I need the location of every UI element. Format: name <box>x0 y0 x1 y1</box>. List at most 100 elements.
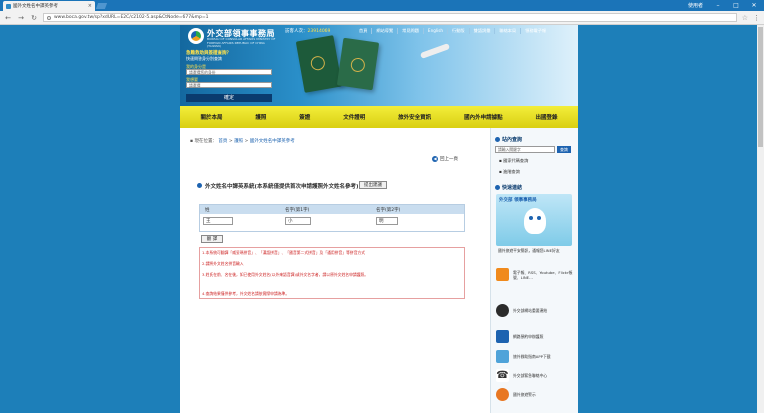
toplink-english[interactable]: English <box>424 28 449 34</box>
quick-query-subtitle: 快速問答身分別查詢 <box>186 56 222 61</box>
nav-about[interactable]: 關於本局 <box>200 113 222 121</box>
given1-input[interactable]: 小 <box>285 217 311 225</box>
visitor-count: 23914069 <box>307 29 331 34</box>
scrollbar-thumb[interactable] <box>758 27 763 147</box>
breadcrumb: ▪ 現在位置： 首頁 > 護照 > 國外文姓名中譯英參考 <box>190 139 295 144</box>
toplink-sitemap[interactable]: 網站導覽 <box>372 28 399 34</box>
toplink-mobile[interactable]: 行動版 <box>448 28 470 34</box>
main-nav: 關於本局 護照 簽證 文件證明 旅外安全資訊 國內外申請據點 出國登錄 <box>180 106 578 128</box>
suggest-button[interactable]: 提出建議 <box>359 181 387 189</box>
user-profile-label[interactable]: 使用者 <box>688 2 703 9</box>
nav-passport[interactable]: 護照 <box>255 113 266 121</box>
note-4: 4.查詢結果僅供參考，外文姓名請依實際申請為準。 <box>202 291 290 296</box>
reload-icon[interactable]: ↻ <box>30 14 38 22</box>
close-tab-icon[interactable]: × <box>88 3 92 9</box>
menu-icon[interactable]: ⋮ <box>753 14 760 22</box>
sidebar-item-label: 外交部網站重要連結 <box>513 308 548 313</box>
back-arrow-icon[interactable]: ← <box>4 14 12 22</box>
sidebar-item-rss[interactable]: 電子報、RSS、Youtube、Flickr帳號、LINE… <box>496 268 574 281</box>
mascot-icon <box>524 208 546 234</box>
nav-travel-safety[interactable]: 旅外安全資訊 <box>398 113 431 121</box>
want-select[interactable]: 請選擇 <box>186 82 272 88</box>
sidebar-item-label: 電子報、RSS、Youtube、Flickr帳號、LINE… <box>513 269 573 280</box>
mascot-eye <box>529 216 533 220</box>
site-search-input[interactable]: 請輸入關鍵字 <box>495 146 555 153</box>
info-icon[interactable] <box>47 15 51 20</box>
toplink-faq[interactable]: 常見問題 <box>398 28 424 34</box>
browser-tab[interactable]: 國外文姓名中譯英參考 × <box>3 1 95 11</box>
calendar-icon <box>496 330 509 343</box>
sidebar-item-label: 國外旅遊警示 <box>513 392 536 397</box>
breadcrumb-current[interactable]: 國外文姓名中譯英參考 <box>250 139 295 144</box>
rss-icon <box>496 268 509 281</box>
breadcrumb-home[interactable]: 首頁 <box>218 139 227 144</box>
breadcrumb-prefix: ▪ 現在位置： <box>190 139 217 144</box>
passport-image-2 <box>336 37 380 91</box>
mascot-eye <box>537 216 541 220</box>
app-icon <box>496 350 509 363</box>
form-title: 外文姓名中譯英系統(本系統僅提供首次申請護照外文姓名參考) <box>205 184 359 190</box>
site-search-title: 站內查詢 <box>502 137 523 143</box>
toplink-contact[interactable]: 聯絡本局 <box>495 28 522 34</box>
phone-icon: ☎ <box>496 369 509 382</box>
back-link[interactable]: ◀ 回上一頁 <box>432 156 458 162</box>
emblem-icon <box>309 55 326 72</box>
mofa-logo-icon <box>496 304 509 317</box>
tab-title: 國外文姓名中譯英參考 <box>13 4 58 9</box>
close-window-button[interactable]: ✕ <box>747 0 761 11</box>
given1-header: 名字(第1字) <box>285 208 310 213</box>
sidebar-item-booking[interactable]: 網路預約申辦護照 <box>496 330 574 343</box>
nav-visa[interactable]: 簽證 <box>299 113 310 121</box>
site-search-heading: 站內查詢 <box>495 136 522 143</box>
sidebar-item-label: 旅外救助指南APP下載 <box>513 354 551 359</box>
sidebar-item-mofa[interactable]: 外交部網站重要連結 <box>496 304 574 317</box>
sidebar-item-app[interactable]: 旅外救助指南APP下載 <box>496 350 574 363</box>
search-icon <box>495 137 500 142</box>
note-3: 3.姓氏在前、名在後，如已使用外文姓名(以外來語音譯)或外文名字者，請以原外文姓… <box>202 272 369 277</box>
emblem-icon <box>349 57 366 73</box>
note-2: 2.請將外文姓名拼音輸入 <box>202 261 244 266</box>
top-links: 首頁 網站導覽 常見問題 English 行動版 雙語詞彙 聯絡本局 領務電子報 <box>355 28 550 34</box>
breadcrumb-passport[interactable]: 護照 <box>234 139 243 144</box>
alert-icon <box>496 388 509 401</box>
maximize-button[interactable]: □ <box>729 0 743 11</box>
back-label: 回上一頁 <box>440 157 458 162</box>
nav-documents[interactable]: 文件證明 <box>343 113 365 121</box>
bullet-icon <box>197 183 202 188</box>
sidebar-item-label: 網路預約申辦護照 <box>513 334 544 339</box>
toplink-newsletter[interactable]: 領務電子報 <box>521 28 550 34</box>
surname-header: 姓 <box>205 208 210 213</box>
nav-registration[interactable]: 出國登錄 <box>535 113 557 121</box>
bookmark-star-icon[interactable]: ☆ <box>742 14 748 22</box>
advanced-search-link[interactable]: ▪ 進階查詢 <box>499 169 520 175</box>
browser-toolbar: ← → ↻ www.boca.gov.tw/sp?xdURL=E2C/c2102… <box>0 11 764 25</box>
sidebar-item-emergency[interactable]: ☎ 外交部緊急聯絡中心 <box>496 369 574 382</box>
given2-header: 名字(第2字) <box>376 208 401 213</box>
quick-links-title: 快速連結 <box>502 185 523 191</box>
tab-strip <box>0 0 764 11</box>
mascot-banner[interactable]: 外交部 領事事務局 <box>496 194 572 246</box>
toplink-glossary[interactable]: 雙語詞彙 <box>470 28 496 34</box>
url-text: www.boca.gov.tw/sp?xdURL=E2C/c2102-5.asp… <box>54 15 209 20</box>
translate-button[interactable]: 翻 譯 <box>201 235 223 243</box>
country-code-link[interactable]: ▪ 國家代碼查詢 <box>499 158 528 164</box>
quick-confirm-button[interactable]: 確定 <box>186 94 272 102</box>
nav-locations[interactable]: 國內外申請據點 <box>464 113 503 121</box>
minimize-button[interactable]: – <box>711 0 725 11</box>
site-search-button[interactable]: 查詢 <box>557 146 571 153</box>
forward-arrow-icon[interactable]: → <box>17 14 25 22</box>
surname-input[interactable]: 王 <box>203 217 233 225</box>
toplink-home[interactable]: 首頁 <box>355 28 373 34</box>
link-icon <box>495 185 500 190</box>
quick-links-heading: 快速連結 <box>495 184 522 191</box>
address-bar[interactable]: www.boca.gov.tw/sp?xdURL=E2C/c2102-5.asp… <box>43 13 737 22</box>
sidebar-item-label: 外交部緊急聯絡中心 <box>513 373 548 378</box>
logo-mark-icon <box>191 31 201 41</box>
sidebar-item-travel-alert[interactable]: 國外旅遊警示 <box>496 388 574 401</box>
note-1: 1.本系統可翻譯「威妥瑪拼音」、「漢語拼音」、「國音第二式拼音」及「通用拼音」等… <box>202 250 366 255</box>
given2-input[interactable]: 明 <box>376 217 398 225</box>
identity-select[interactable]: 請選擇您的身份 <box>186 69 272 75</box>
mascot-banner-text: 外交部 領事事務局 <box>499 198 537 203</box>
mascot-caption[interactable]: 國外旅遊平安簡訊，通報您LINE好友 <box>498 248 572 253</box>
back-icon: ◀ <box>432 156 438 162</box>
